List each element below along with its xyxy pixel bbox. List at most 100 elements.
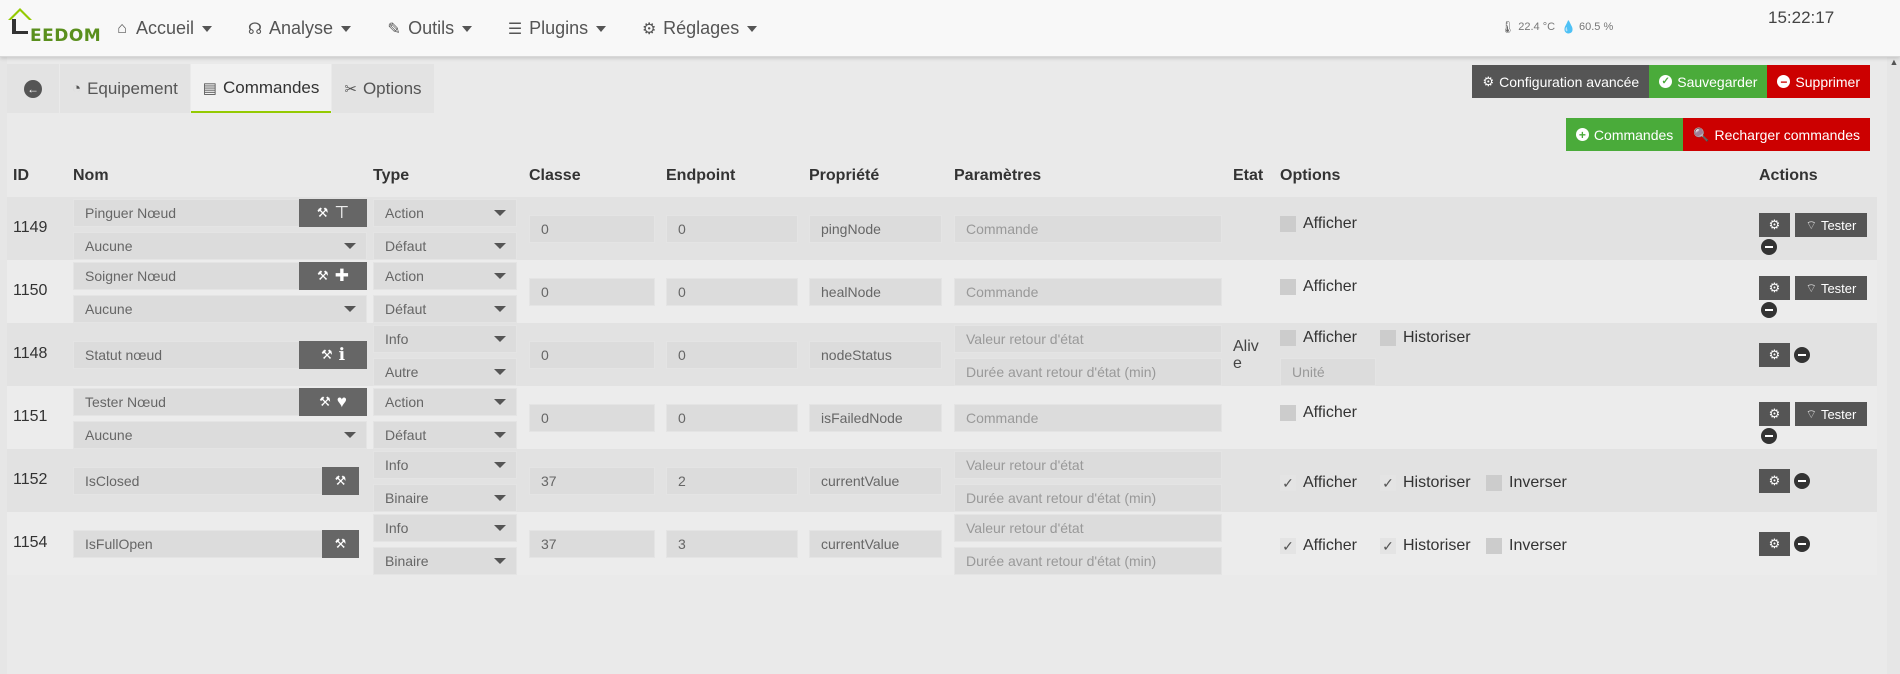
jeedom-logo[interactable]: EEDOM — [6, 6, 101, 46]
endpoint-input[interactable]: 0 — [666, 341, 798, 369]
checkbox-unchecked[interactable] — [1280, 330, 1296, 346]
advanced-settings-button[interactable]: ⚙ — [1759, 343, 1790, 367]
checkbox-checked[interactable]: ✓ — [1380, 538, 1396, 554]
test-button[interactable]: ⌔ Tester — [1795, 402, 1867, 426]
afficher-checkbox[interactable]: ✓ Afficher — [1280, 474, 1357, 492]
nav-reglages[interactable]: ⚙ Réglages — [640, 18, 758, 39]
remove-command-icon[interactable] — [1761, 239, 1777, 255]
remove-command-icon[interactable] — [1761, 302, 1777, 318]
value-select[interactable]: Aucune — [73, 232, 367, 260]
command-name-input[interactable]: IsClosed — [73, 467, 325, 495]
command-name-input[interactable]: Statut nœud — [73, 341, 301, 369]
endpoint-input[interactable]: 3 — [666, 530, 798, 558]
advanced-settings-button[interactable]: ⚙ — [1759, 213, 1790, 237]
type-select[interactable]: Info — [373, 514, 517, 542]
command-icon-group[interactable]: ⚒ ⊤ — [299, 199, 367, 227]
unit-input[interactable]: Unité — [1280, 358, 1376, 386]
classe-input[interactable]: 37 — [529, 467, 655, 495]
return-value-input[interactable]: Valeur retour d'état — [954, 325, 1222, 353]
endpoint-input[interactable]: 2 — [666, 467, 798, 495]
checkbox-unchecked[interactable] — [1486, 538, 1502, 554]
command-name-input[interactable]: IsFullOpen — [73, 530, 325, 558]
endpoint-input[interactable]: 0 — [666, 404, 798, 432]
historiser-checkbox[interactable]: Historiser — [1380, 329, 1471, 347]
advanced-settings-button[interactable]: ⚙ — [1759, 469, 1790, 493]
type-select[interactable]: Action — [373, 388, 517, 416]
command-param-input[interactable]: Commande — [954, 278, 1222, 306]
checkbox-unchecked[interactable] — [1280, 405, 1296, 421]
property-input[interactable]: pingNode — [809, 215, 942, 243]
add-command-button[interactable]: + Commandes — [1565, 118, 1684, 151]
afficher-checkbox[interactable]: Afficher — [1280, 278, 1357, 296]
value-select[interactable]: Aucune — [73, 421, 367, 449]
command-icon-group[interactable]: ⚒ — [322, 530, 359, 558]
reload-commands-button[interactable]: 🔍 Recharger commandes — [1683, 118, 1870, 151]
property-input[interactable]: currentValue — [809, 530, 942, 558]
endpoint-input[interactable]: 0 — [666, 278, 798, 306]
return-delay-input[interactable]: Durée avant retour d'état (min) — [954, 547, 1222, 575]
remove-command-icon[interactable] — [1794, 536, 1810, 552]
type-select[interactable]: Info — [373, 325, 517, 353]
checkbox-unchecked[interactable] — [1486, 475, 1502, 491]
command-name-input[interactable]: Pinguer Nœud — [73, 199, 301, 227]
command-icon-group[interactable]: ⚒ ✚ — [299, 262, 367, 290]
inverser-checkbox[interactable]: Inverser — [1486, 474, 1567, 492]
advanced-settings-button[interactable]: ⚙ — [1759, 532, 1790, 556]
nav-outils[interactable]: ✎ Outils — [385, 18, 473, 39]
command-icon-group[interactable]: ⚒ ℹ — [299, 341, 367, 369]
classe-input[interactable]: 0 — [529, 278, 655, 306]
type-select[interactable]: Action — [373, 199, 517, 227]
nav-plugins[interactable]: ☰ Plugins — [506, 18, 607, 39]
property-input[interactable]: nodeStatus — [809, 341, 942, 369]
property-input[interactable]: healNode — [809, 278, 942, 306]
subtype-select[interactable]: Défaut — [373, 421, 517, 449]
return-delay-input[interactable]: Durée avant retour d'état (min) — [954, 358, 1222, 386]
advanced-settings-button[interactable]: ⚙ — [1759, 402, 1790, 426]
property-input[interactable]: isFailedNode — [809, 404, 942, 432]
value-select[interactable]: Aucune — [73, 295, 367, 323]
checkbox-unchecked[interactable] — [1280, 216, 1296, 232]
delete-button[interactable]: − Supprimer — [1767, 65, 1870, 98]
advanced-settings-button[interactable]: ⚙ — [1759, 276, 1790, 300]
return-delay-input[interactable]: Durée avant retour d'état (min) — [954, 484, 1222, 512]
inverser-checkbox[interactable]: Inverser — [1486, 537, 1567, 555]
command-name-input[interactable]: Tester Nœud — [73, 388, 301, 416]
classe-input[interactable]: 0 — [529, 404, 655, 432]
checkbox-unchecked[interactable] — [1280, 279, 1296, 295]
tab-options[interactable]: ✂ Options — [332, 64, 434, 113]
nav-analyse[interactable]: ☊ Analyse — [246, 18, 352, 39]
nav-accueil[interactable]: ⌂ Accueil — [113, 18, 213, 39]
command-param-input[interactable]: Commande — [954, 404, 1222, 432]
tab-back[interactable]: ← — [7, 64, 59, 113]
afficher-checkbox[interactable]: ✓ Afficher — [1280, 537, 1357, 555]
test-button[interactable]: ⌔ Tester — [1795, 213, 1867, 237]
command-icon-group[interactable]: ⚒ ♥ — [299, 388, 367, 416]
afficher-checkbox[interactable]: Afficher — [1280, 404, 1357, 422]
subtype-select[interactable]: Défaut — [373, 232, 517, 260]
test-button[interactable]: ⌔ Tester — [1795, 276, 1867, 300]
advanced-config-button[interactable]: ⚙ Configuration avancée — [1472, 65, 1650, 98]
historiser-checkbox[interactable]: ✓ Historiser — [1380, 537, 1471, 555]
return-value-input[interactable]: Valeur retour d'état — [954, 514, 1222, 542]
endpoint-input[interactable]: 0 — [666, 215, 798, 243]
scrollbar-up-arrow[interactable]: ▲ — [1888, 57, 1900, 71]
afficher-checkbox[interactable]: Afficher — [1280, 215, 1357, 233]
checkbox-checked[interactable]: ✓ — [1380, 475, 1396, 491]
remove-command-icon[interactable] — [1794, 473, 1810, 489]
command-param-input[interactable]: Commande — [954, 215, 1222, 243]
command-name-input[interactable]: Soigner Nœud — [73, 262, 301, 290]
save-button[interactable]: ✓ Sauvegarder — [1649, 65, 1768, 98]
classe-input[interactable]: 37 — [529, 530, 655, 558]
remove-command-icon[interactable] — [1761, 428, 1777, 444]
checkbox-unchecked[interactable] — [1380, 330, 1396, 346]
subtype-select[interactable]: Binaire — [373, 547, 517, 575]
afficher-checkbox[interactable]: Afficher — [1280, 329, 1357, 347]
property-input[interactable]: currentValue — [809, 467, 942, 495]
return-value-input[interactable]: Valeur retour d'état — [954, 451, 1222, 479]
classe-input[interactable]: 0 — [529, 215, 655, 243]
command-icon-group[interactable]: ⚒ — [322, 467, 359, 495]
subtype-select[interactable]: Binaire — [373, 484, 517, 512]
remove-command-icon[interactable] — [1794, 347, 1810, 363]
subtype-select[interactable]: Défaut — [373, 295, 517, 323]
historiser-checkbox[interactable]: ✓ Historiser — [1380, 474, 1471, 492]
